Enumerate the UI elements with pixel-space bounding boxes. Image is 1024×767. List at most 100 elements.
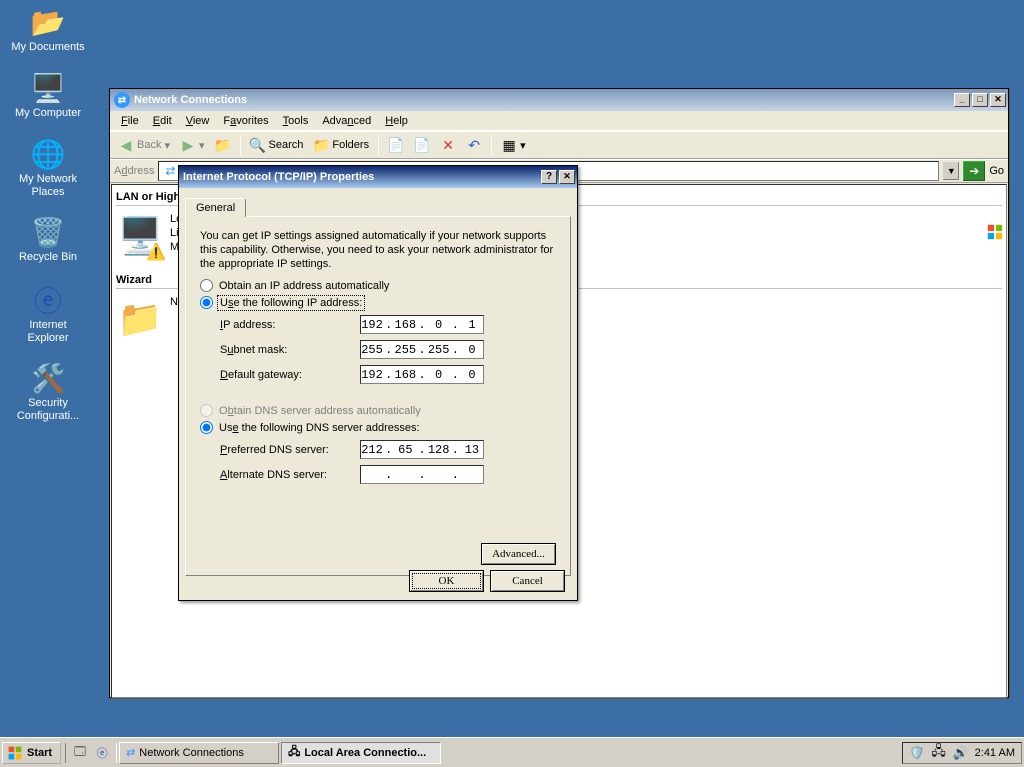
alternate-dns-input[interactable]: ... [360, 465, 484, 484]
subnet-mask-row: Subnet mask: 255.255.255.0 [220, 340, 556, 359]
move-to-button[interactable]: 📄 [384, 135, 408, 155]
preferred-dns-label: Preferred DNS server: [220, 444, 360, 456]
alternate-dns-label: Alternate DNS server: [220, 469, 360, 481]
ip-address-row: IP address: 192.168.0.1 [220, 315, 556, 334]
radio-auto-ip[interactable] [200, 279, 213, 292]
ip-address-input[interactable]: 192.168.0.1 [360, 315, 484, 334]
close-button[interactable]: ✕ [990, 93, 1006, 107]
show-desktop-icon[interactable]: 🗔 [70, 743, 90, 763]
wizard-icon: 📁 [116, 295, 164, 343]
desktop-icon-label: My Documents [10, 41, 86, 54]
menu-edit[interactable]: Edit [146, 113, 179, 129]
radio-manual-dns-row[interactable]: Use the following DNS server addresses: [200, 421, 556, 434]
nc-title: Network Connections [134, 94, 247, 106]
folder-documents-icon: 📂 [32, 6, 64, 38]
network-connections-icon: ⇄ [162, 163, 178, 179]
radio-manual-ip-row[interactable]: Use the following IP address: [200, 296, 556, 309]
gateway-row: Default gateway: 192.168.0.0 [220, 365, 556, 384]
copy-to-button[interactable]: 📄 [410, 135, 434, 155]
dlg-tabstrip: General [185, 194, 571, 216]
folders-icon: 📁 [313, 137, 329, 153]
dlg-tabpanel: You can get IP settings assigned automat… [185, 216, 571, 576]
lan-connection-icon: 🖧 [288, 743, 300, 762]
cancel-button[interactable]: Cancel [490, 570, 565, 592]
security-config-icon: 🛠️ [32, 362, 64, 394]
help-button[interactable]: ? [541, 170, 557, 184]
desktop-icon-internet-explorer[interactable]: ⓔ Internet Explorer [10, 284, 86, 345]
menu-file[interactable]: File [114, 113, 146, 129]
network-connections-icon: ⇄ [114, 92, 130, 108]
search-icon: 🔍 [250, 137, 266, 153]
computer-icon: 🖥️ [32, 72, 64, 104]
desktop-icon-my-documents[interactable]: 📂 My Documents [10, 6, 86, 54]
taskbar-button-network-connections[interactable]: ⇄ Network Connections [119, 742, 279, 764]
desktop-icon-label: Recycle Bin [10, 251, 86, 264]
network-places-icon: 🌐 [32, 138, 64, 170]
dlg-close-button[interactable]: ✕ [559, 170, 575, 184]
desktop-icon-my-network-places[interactable]: 🌐 My Network Places [10, 138, 86, 199]
gateway-input[interactable]: 192.168.0.0 [360, 365, 484, 384]
tray-security-icon[interactable]: 🛡️ [909, 745, 925, 761]
views-icon: ▦ [501, 137, 517, 153]
menu-advanced[interactable]: Advanced [315, 113, 378, 129]
views-button[interactable]: ▦ ▾ [497, 135, 530, 155]
tray-clock[interactable]: 2:41 AM [975, 747, 1015, 759]
forward-arrow-icon: ▶ [180, 137, 196, 153]
subnet-mask-input[interactable]: 255.255.255.0 [360, 340, 484, 359]
tcpip-properties-dialog: Internet Protocol (TCP/IP) Properties ? … [178, 165, 578, 601]
desktop-icon-my-computer[interactable]: 🖥️ My Computer [10, 72, 86, 120]
internet-explorer-icon: ⓔ [32, 284, 64, 316]
menu-view[interactable]: View [179, 113, 217, 129]
subnet-mask-label: Subnet mask: [220, 344, 360, 356]
recycle-bin-icon: 🗑️ [32, 216, 64, 248]
address-dropdown[interactable]: ▼ [943, 162, 959, 180]
go-label: Go [989, 165, 1004, 177]
start-button[interactable]: Start [2, 742, 61, 764]
tab-general[interactable]: General [185, 198, 246, 217]
desktop-icon-security-config[interactable]: 🛠️ Security Configurati... [10, 362, 86, 423]
taskbar-button-lac[interactable]: 🖧 Local Area Connectio... [281, 742, 441, 764]
minimize-button[interactable]: _ [954, 93, 970, 107]
maximize-button[interactable]: □ [972, 93, 988, 107]
undo-icon: ↶ [466, 137, 482, 153]
dlg-title: Internet Protocol (TCP/IP) Properties [183, 171, 374, 183]
radio-auto-dns [200, 404, 213, 417]
dlg-info-text: You can get IP settings assigned automat… [200, 229, 556, 271]
alternate-dns-row: Alternate DNS server: ... [220, 465, 556, 484]
tray-network-icon[interactable]: 🖧 [931, 745, 947, 761]
preferred-dns-row: Preferred DNS server: 212.65.128.13 [220, 440, 556, 459]
back-button[interactable]: ◀Back ▾ [114, 135, 174, 155]
menu-tools[interactable]: Tools [276, 113, 316, 129]
menu-help[interactable]: Help [378, 113, 415, 129]
taskbar: Start 🗔 ⓔ ⇄ Network Connections 🖧 Local … [0, 737, 1024, 767]
advanced-button[interactable]: Advanced... [481, 543, 556, 565]
go-button[interactable]: ➔ [963, 161, 985, 181]
radio-auto-dns-row: Obtain DNS server address automatically [200, 404, 556, 417]
network-connections-icon: ⇄ [126, 746, 135, 759]
forward-button[interactable]: ▶ ▾ [176, 135, 209, 155]
search-button[interactable]: 🔍Search [246, 135, 308, 155]
nc-menubar: File Edit View Favorites Tools Advanced … [110, 111, 1008, 131]
quick-launch: 🗔 ⓔ [65, 743, 117, 763]
radio-manual-ip[interactable] [200, 296, 213, 309]
up-button[interactable]: 📁 [211, 135, 235, 155]
radio-auto-ip-row[interactable]: Obtain an IP address automatically [200, 279, 556, 292]
menu-favorites[interactable]: Favorites [216, 113, 275, 129]
radio-manual-dns[interactable] [200, 421, 213, 434]
tray-volume-icon[interactable]: 🔊 [953, 745, 969, 761]
up-folder-icon: 📁 [215, 137, 231, 153]
back-arrow-icon: ◀ [118, 137, 134, 153]
desktop-icon-label: Security Configurati... [10, 397, 86, 423]
folders-button[interactable]: 📁Folders [309, 135, 373, 155]
desktop-icon-recycle-bin[interactable]: 🗑️ Recycle Bin [10, 216, 86, 264]
delete-button[interactable]: ✕ [436, 135, 460, 155]
nc-toolbar: ◀Back ▾ ▶ ▾ 📁 🔍Search 📁Folders 📄 📄 ✕ ↶ ▦… [110, 131, 1008, 159]
nc-titlebar[interactable]: ⇄ Network Connections _ □ ✕ [110, 89, 1008, 111]
undo-button[interactable]: ↶ [462, 135, 486, 155]
ie-quicklaunch-icon[interactable]: ⓔ [92, 743, 112, 763]
preferred-dns-input[interactable]: 212.65.128.13 [360, 440, 484, 459]
dlg-titlebar[interactable]: Internet Protocol (TCP/IP) Properties ? … [179, 166, 577, 188]
ok-button[interactable]: OK [409, 570, 484, 592]
lan-connection-icon: 🖥️⚠️ [116, 212, 164, 260]
system-tray: 🛡️ 🖧 🔊 2:41 AM [902, 742, 1022, 764]
